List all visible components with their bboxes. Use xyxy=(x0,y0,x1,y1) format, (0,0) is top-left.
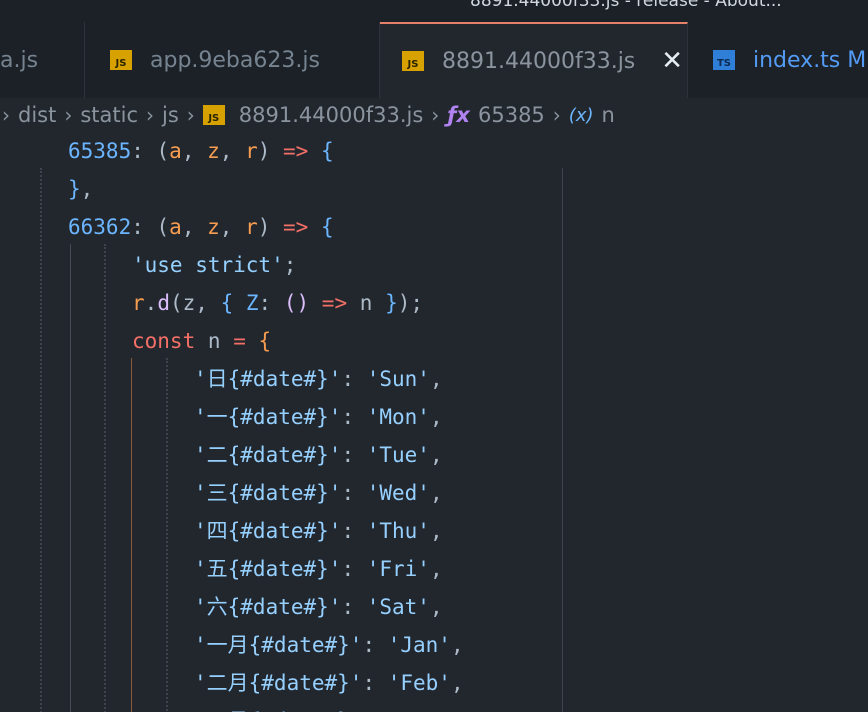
breadcrumb-item[interactable]: 65385 xyxy=(478,103,545,127)
js-file-icon: JS xyxy=(402,51,424,71)
code-editor[interactable]: 65385: (a, z, r) => { }, 66362: (a, z, r… xyxy=(0,132,868,712)
chevron-right-icon: › xyxy=(186,103,195,127)
function-icon: ƒx xyxy=(447,103,470,127)
chevron-right-icon: › xyxy=(431,103,440,127)
chevron-right-icon: › xyxy=(2,103,10,127)
variable-icon: (x) xyxy=(568,104,594,126)
chevron-right-icon: › xyxy=(146,103,155,127)
chevron-right-icon: › xyxy=(64,103,73,127)
indent-guide xyxy=(40,168,42,712)
code-line: '三{#date#}': 'Wed', xyxy=(194,481,443,505)
code-line: '六{#date#}': 'Sat', xyxy=(194,595,443,619)
breadcrumb: › dist › static › js › JS 8891.44000f33.… xyxy=(0,98,868,132)
ts-file-icon: TS xyxy=(713,50,735,70)
code-line: const n = { xyxy=(132,329,272,353)
breadcrumb-item[interactable]: js xyxy=(162,103,179,127)
tab-label: 8891.44000f33.js xyxy=(442,48,636,74)
code-line: '三月{#date#}': 'Mar', xyxy=(194,702,464,712)
code-line: }, xyxy=(68,177,94,201)
code-line: r.d(z, { Z: () => n }); xyxy=(132,291,424,315)
code-line: '五{#date#}': 'Fri', xyxy=(194,557,443,581)
breadcrumb-item[interactable]: static xyxy=(80,103,138,127)
indent-guide xyxy=(166,358,168,712)
indent-guide xyxy=(104,244,106,712)
close-icon[interactable]: ✕ xyxy=(661,48,683,74)
code-line: '一{#date#}': 'Mon', xyxy=(194,405,443,429)
editor-ruler xyxy=(562,168,563,712)
code-line: 65385: (a, z, r) => { xyxy=(68,139,334,163)
tab-label: app.9eba623.js xyxy=(150,47,320,73)
tab-index-ts[interactable]: TS index.ts M xyxy=(688,22,868,98)
breadcrumb-item[interactable]: 8891.44000f33.js xyxy=(239,103,424,127)
js-file-icon: JS xyxy=(110,50,132,70)
tab-label: a.js xyxy=(0,47,39,73)
title-bar: 8891.44000f33.js - release - About... xyxy=(0,0,868,22)
code-line: '一月{#date#}': 'Jan', xyxy=(194,633,464,657)
code-line: '日{#date#}': 'Sun', xyxy=(194,367,443,391)
code-line: 66362: (a, z, r) => { xyxy=(68,215,334,239)
chevron-right-icon: › xyxy=(552,103,561,127)
tab-8891-js[interactable]: JS 8891.44000f33.js ✕ xyxy=(380,22,688,98)
indent-guide xyxy=(131,358,132,712)
code-line: '四{#date#}': 'Thu', xyxy=(194,519,443,543)
tab-label: index.ts M xyxy=(753,47,867,73)
tab-a-js[interactable]: a.js xyxy=(0,22,85,98)
js-file-icon: JS xyxy=(202,105,225,125)
code-line: 'use strict'; xyxy=(132,253,297,277)
window-title: 8891.44000f33.js - release - About... xyxy=(470,0,782,11)
breadcrumb-item[interactable]: n xyxy=(602,103,615,127)
code-line: '二{#date#}': 'Tue', xyxy=(194,443,443,467)
tab-app-js[interactable]: JS app.9eba623.js xyxy=(85,22,380,98)
indent-guide xyxy=(70,244,71,712)
code-line: '二月{#date#}': 'Feb', xyxy=(194,671,464,695)
editor-tabs: a.js JS app.9eba623.js JS 8891.44000f33.… xyxy=(0,22,868,98)
breadcrumb-item[interactable]: dist xyxy=(18,103,56,127)
